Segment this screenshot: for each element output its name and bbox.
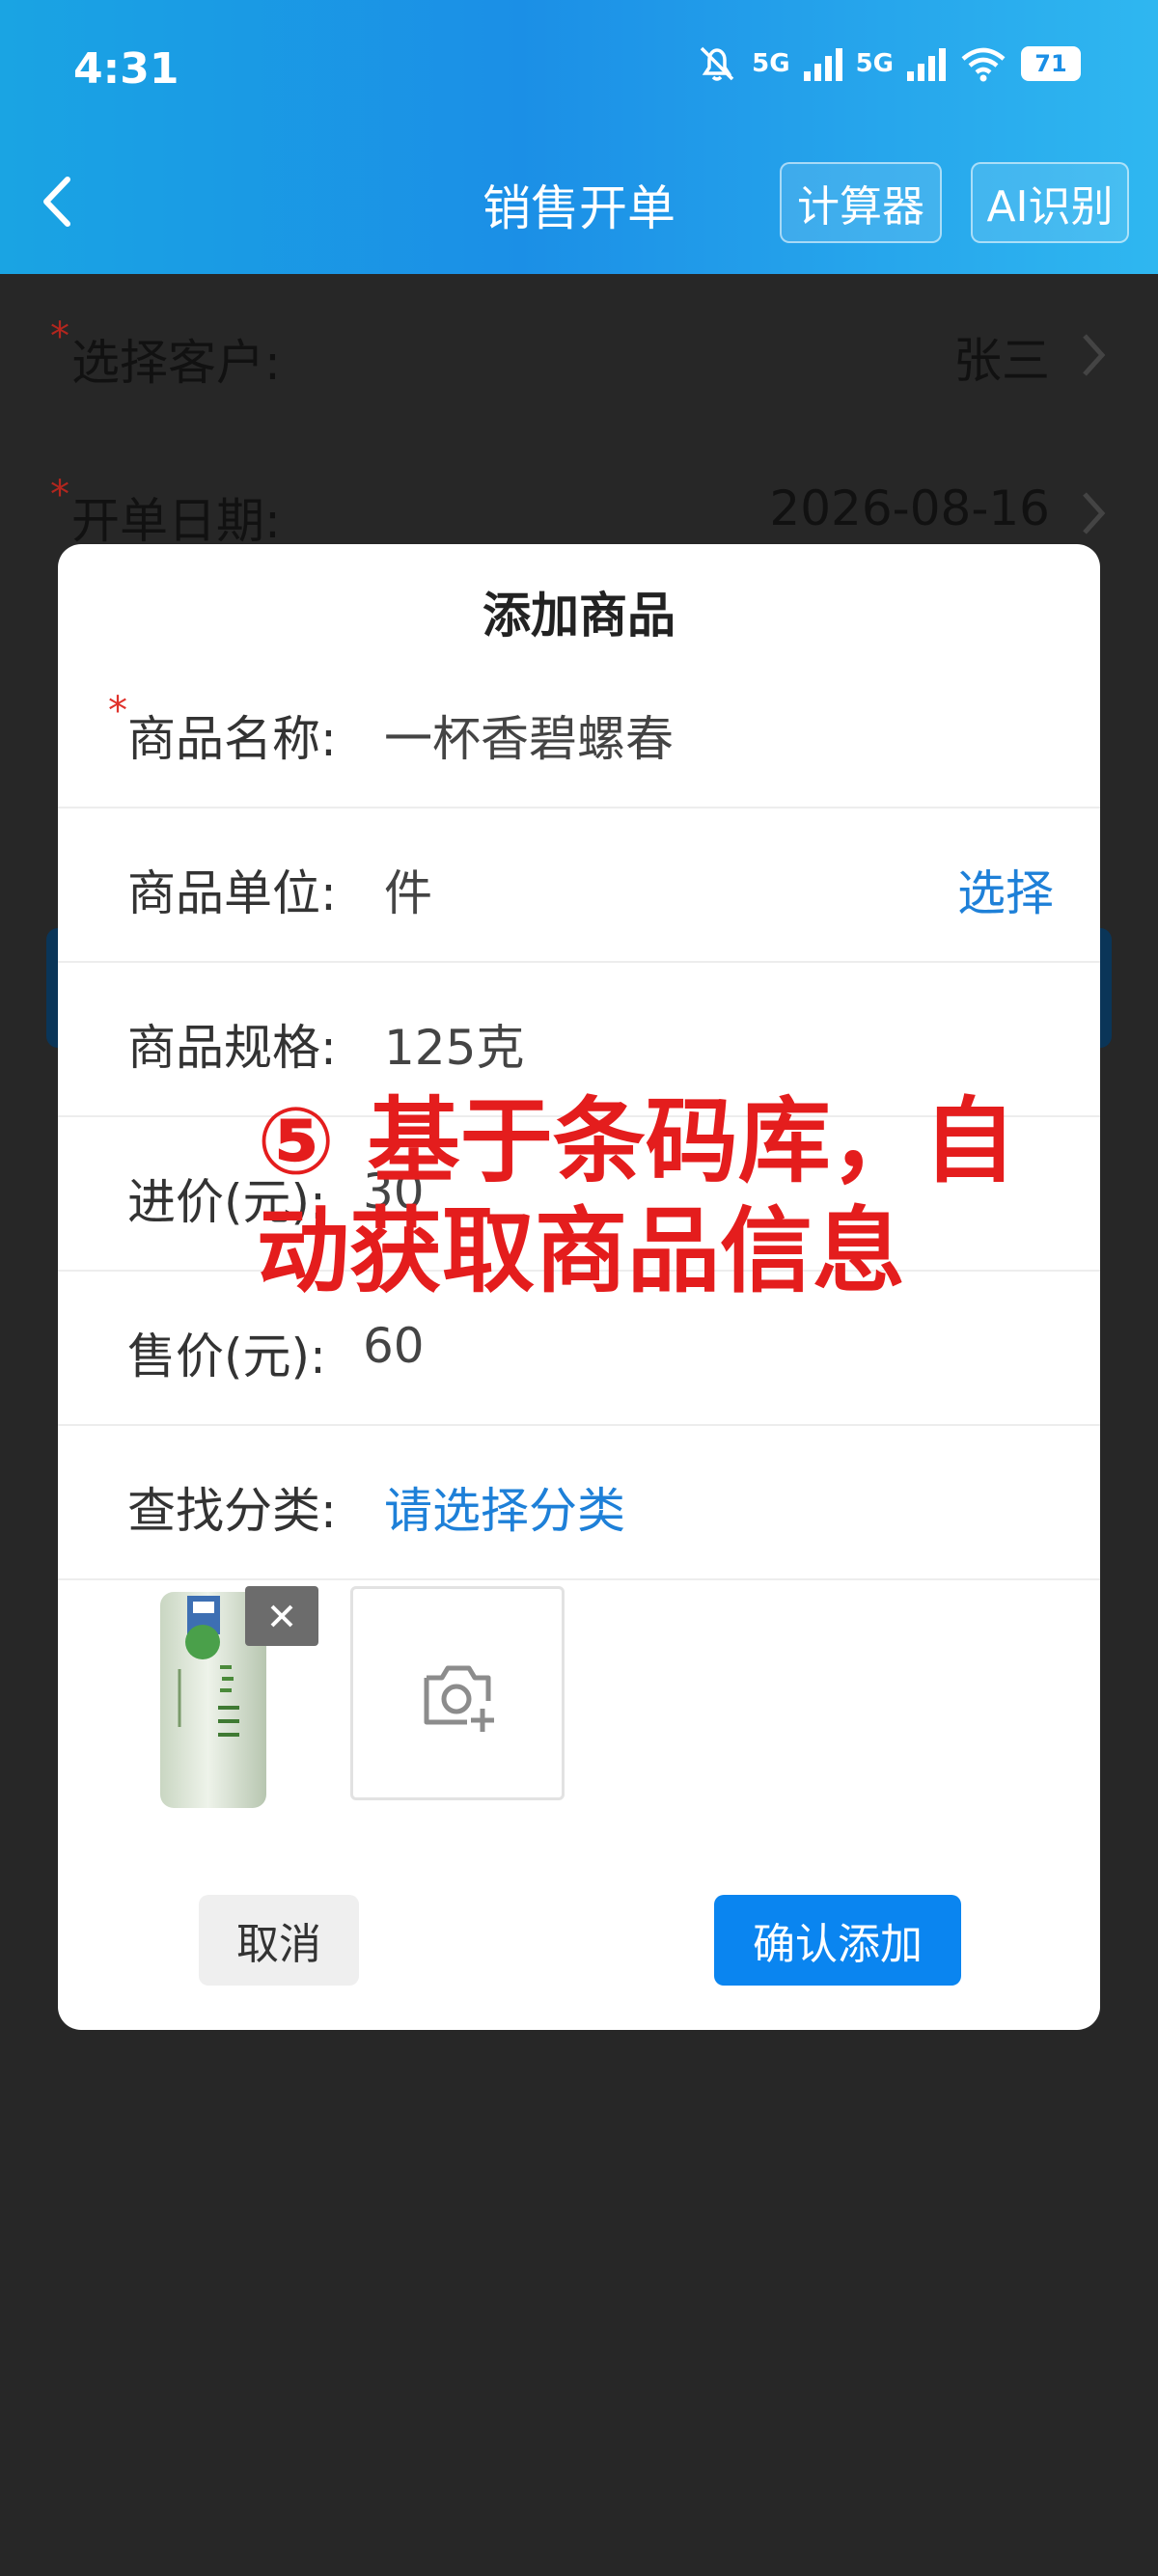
product-spec-value[interactable]: 125克 <box>384 1009 524 1079</box>
product-name-value[interactable]: 一杯香碧螺春 <box>384 700 674 770</box>
product-name-label: 商品名称: <box>127 711 337 767</box>
confirm-add-button[interactable]: 确认添加 <box>714 1895 961 1986</box>
product-unit-value[interactable]: 件 <box>384 855 432 924</box>
product-name-row[interactable]: * 商品名称: 一杯香碧螺春 <box>58 654 1100 808</box>
battery-indicator: 71 <box>1021 46 1081 81</box>
app-header: 4:31 5G 5G 71 销售开单 计算器 AI识别 <box>0 0 1158 274</box>
product-spec-label: 商品规格: <box>127 1020 337 1076</box>
product-unit-label: 商品单位: <box>127 865 337 921</box>
customer-row[interactable]: * 选择客户: 张三 <box>0 288 1158 423</box>
network-label-2: 5G <box>855 49 894 78</box>
annotation-line-1: ⑤ 基于条码库，自 <box>257 1087 1016 1195</box>
status-icons: 5G 5G 71 <box>696 44 1081 83</box>
network-label-1: 5G <box>752 49 790 78</box>
date-value: 2026-08-16 <box>769 480 1050 536</box>
signal-icon <box>803 46 842 81</box>
mute-icon <box>700 46 734 81</box>
annotation-line-2: 动获取商品信息 <box>257 1197 905 1305</box>
required-mark: * <box>50 473 69 517</box>
sale-price-label: 售价(元): <box>127 1329 326 1384</box>
date-label: 开单日期: <box>71 493 281 549</box>
product-unit-row: 商品单位: 件 选择 <box>58 808 1100 963</box>
category-row[interactable]: 查找分类: 请选择分类 <box>58 1426 1100 1580</box>
ai-recognize-button[interactable]: AI识别 <box>971 162 1129 243</box>
close-icon <box>270 1604 293 1628</box>
status-time: 4:31 <box>73 44 179 94</box>
sale-price-value[interactable]: 60 <box>363 1318 425 1374</box>
chevron-right-icon <box>1083 334 1106 376</box>
cancel-button[interactable]: 取消 <box>199 1895 359 1986</box>
wifi-icon <box>961 47 1006 82</box>
annotation-text: ⑤ 基于条码库，自 动获取商品信息 <box>257 1086 1087 1306</box>
camera-add-icon <box>424 1665 494 1732</box>
customer-value: 张三 <box>953 333 1050 389</box>
required-mark: * <box>108 689 127 733</box>
required-mark: * <box>50 315 69 359</box>
add-photo-button[interactable] <box>350 1586 565 1800</box>
category-select[interactable]: 请选择分类 <box>384 1472 625 1542</box>
dialog-title: 添加商品 <box>482 588 676 644</box>
remove-photo-button[interactable] <box>245 1586 318 1646</box>
signal-icon-2 <box>907 46 946 81</box>
category-label: 查找分类: <box>127 1483 337 1539</box>
chevron-right-icon <box>1083 492 1106 534</box>
calculator-button[interactable]: 计算器 <box>780 162 942 243</box>
select-unit-link[interactable]: 选择 <box>957 855 1054 924</box>
customer-label: 选择客户: <box>71 335 281 391</box>
